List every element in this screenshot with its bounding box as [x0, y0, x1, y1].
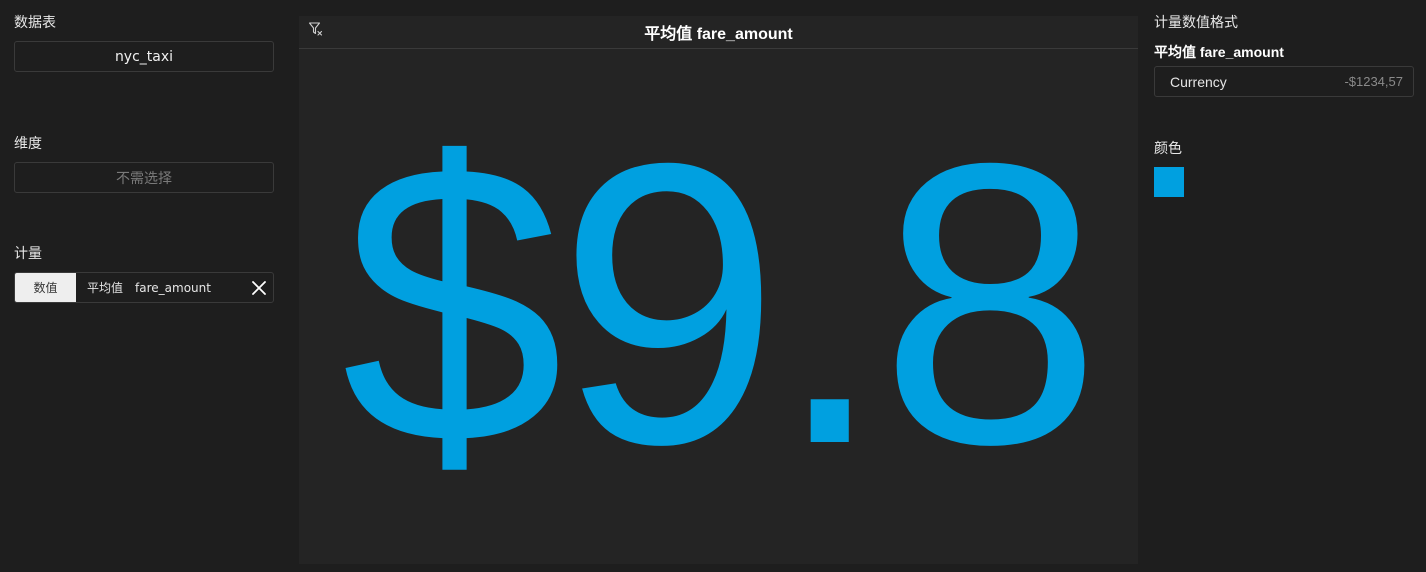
measure-description[interactable]: 平均值 fare_amount — [76, 273, 245, 302]
color-section-label: 颜色 — [1154, 141, 1182, 157]
measure-type-tag[interactable]: 数值 — [15, 273, 76, 302]
format-name: Currency — [1170, 73, 1227, 90]
measure-label: 计量 — [14, 246, 42, 262]
format-measure-name: 平均值 fare_amount — [1154, 44, 1284, 60]
chart-title: 平均值 fare_amount — [644, 26, 793, 43]
remove-measure-button[interactable] — [245, 273, 273, 302]
chart-header: 平均值 fare_amount — [299, 16, 1138, 49]
format-panel: 计量数值格式 平均值 fare_amount Currency -$1234,5… — [1140, 0, 1426, 572]
format-example: -$1234,57 — [1344, 74, 1403, 89]
number-format-select[interactable]: Currency -$1234,57 — [1154, 66, 1414, 97]
close-icon — [252, 280, 266, 295]
datasource-label: 数据表 — [14, 15, 56, 31]
app-root: 数据表 nyc_taxi 维度 不需选择 计量 数值 平均值 fare_amou… — [0, 0, 1426, 572]
measure-item[interactable]: 数值 平均值 fare_amount — [14, 272, 274, 303]
chart-canvas: 平均值 fare_amount $9.8 — [299, 16, 1138, 564]
color-swatch[interactable] — [1154, 167, 1184, 197]
config-panel: 数据表 nyc_taxi 维度 不需选择 计量 数值 平均值 fare_amou… — [0, 0, 290, 572]
dimension-select[interactable]: 不需选择 — [14, 162, 274, 193]
datasource-select[interactable]: nyc_taxi — [14, 41, 274, 72]
clear-filter-button[interactable] — [308, 21, 324, 37]
format-section-label: 计量数值格式 — [1154, 15, 1238, 31]
measure-field: fare_amount — [135, 280, 211, 295]
kpi-value: $9.8 — [341, 79, 1102, 527]
filter-clear-icon — [308, 22, 323, 36]
dimension-label: 维度 — [14, 136, 42, 152]
measure-aggregation: 平均值 — [87, 281, 124, 295]
